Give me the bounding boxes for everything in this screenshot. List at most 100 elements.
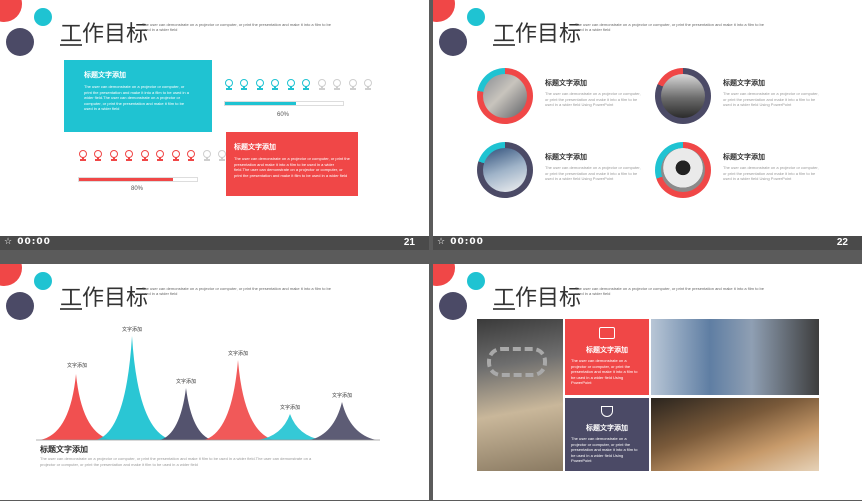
slide-meta-bar: ☆ 00:00 22 (433, 236, 862, 250)
timing-label: ☆ 00:00 (437, 237, 484, 247)
peak-label: 文字添加 (176, 379, 197, 385)
item-title: 标题文字添加 (545, 154, 587, 161)
list-item: 标题文字添加 The user can demonstrate on a pro… (723, 152, 819, 182)
person-icon (301, 79, 311, 92)
slide-number: 22 (836, 237, 848, 248)
card-text: The user can demonstrate on a projector … (84, 84, 189, 111)
photo-meeting-table (651, 398, 819, 471)
peak-label: 文字添加 (228, 351, 249, 357)
decor-circle-red (0, 0, 22, 22)
title-underline (493, 44, 515, 46)
item-title: 标题文字添加 (545, 80, 587, 87)
person-icon (286, 79, 296, 92)
slide-subtitle: The user can demonstrate on a projector … (142, 22, 331, 32)
person-icon (217, 150, 227, 163)
peak-label: 文字添加 (122, 327, 143, 333)
person-icon (348, 79, 358, 92)
slide-thumbnail-24[interactable]: 工作目标 The user can demonstrate on a proje… (433, 264, 862, 501)
peak-1 (40, 374, 112, 440)
item-text: The user can demonstrate on a projector … (545, 165, 641, 181)
decor-circle-navy (439, 292, 467, 320)
person-icon (224, 79, 234, 92)
photo-chained-books (477, 319, 563, 471)
person-icon (140, 150, 150, 163)
decor-circle-navy (439, 28, 467, 56)
trophy-icon (601, 406, 613, 417)
decor-circle-red (433, 0, 455, 22)
peak-label: 文字添加 (67, 363, 88, 369)
person-icon (270, 79, 280, 92)
person-icon (93, 150, 103, 163)
slide-number: 21 (403, 237, 415, 248)
tile-red: 标题文字添加 The user can demonstrate on a pro… (565, 319, 649, 395)
ring-photo-3 (477, 142, 533, 198)
slide-subtitle: The user can demonstrate on a projector … (575, 22, 764, 32)
item-title: 标题文字添加 (723, 80, 765, 87)
person-icon (155, 150, 165, 163)
card-title: 标题文字添加 (84, 72, 126, 79)
info-card-cyan: 标题文字添加 The user can demonstrate on a pro… (64, 60, 212, 132)
card-text: The user can demonstrate on a projector … (234, 156, 350, 178)
list-item: 标题文字添加 The user can demonstrate on a pro… (545, 152, 641, 182)
progress-label: 60% (277, 112, 290, 118)
tile-title: 标题文字添加 (586, 425, 628, 432)
slide-sorter-grid: 工作目标 The user can demonstrate on a proje… (0, 0, 862, 501)
tile-navy: 标题文字添加 The user can demonstrate on a pro… (565, 398, 649, 471)
title-underline (493, 308, 515, 310)
person-icon (317, 79, 327, 92)
decor-circle-cyan (467, 8, 485, 26)
decor-circle-navy (6, 28, 34, 56)
peak-label: 文字添加 (332, 393, 353, 399)
footer-title: 标题文字添加 (40, 445, 88, 454)
person-icon (202, 150, 212, 163)
decor-circle-red (433, 264, 455, 286)
person-icon (239, 79, 249, 92)
person-icon (332, 79, 342, 92)
decor-circle-cyan (467, 272, 485, 290)
person-icon (124, 150, 134, 163)
person-icon (363, 79, 373, 92)
person-icon (255, 79, 265, 92)
ring-photo-2 (655, 68, 711, 124)
item-text: The user can demonstrate on a projector … (545, 91, 641, 107)
peak-5 (258, 414, 322, 440)
person-icon (78, 150, 88, 163)
item-text: The user can demonstrate on a projector … (723, 165, 819, 181)
peak-6 (310, 402, 376, 440)
timing-label: ☆ 00:00 (4, 237, 51, 247)
chain-shape (487, 347, 547, 377)
progress-fill (79, 178, 174, 181)
photo-typewriter (661, 74, 705, 118)
slide-canvas: 工作目标 The user can demonstrate on a proje… (433, 0, 862, 236)
progress-fill (225, 102, 296, 105)
progress-bar-2 (78, 177, 198, 182)
tile-title: 标题文字添加 (586, 347, 628, 354)
peak-3 (160, 388, 212, 440)
item-title: 标题文字添加 (723, 154, 765, 161)
title-underline (60, 44, 82, 46)
slide-thumbnail-23[interactable]: 工作目标 The user can demonstrate on a proje… (0, 264, 429, 501)
photo-office-desk (483, 148, 527, 192)
person-icon-row-1 (224, 79, 374, 97)
peak-4 (204, 360, 274, 440)
photo-camera-person (661, 148, 705, 192)
slide-thumbnail-22[interactable]: 工作目标 The user can demonstrate on a proje… (433, 0, 862, 250)
tile-text: The user can demonstrate on a projector … (571, 358, 638, 385)
slide-canvas: 工作目标 The user can demonstrate on a proje… (0, 264, 429, 500)
photo-airplane-cabin (651, 319, 819, 395)
slide-canvas: 工作目标 The user can demonstrate on a proje… (433, 264, 862, 500)
peak-2 (96, 336, 172, 440)
item-text: The user can demonstrate on a projector … (723, 91, 819, 107)
photo-hands-laptop (483, 74, 527, 118)
slide-thumbnail-21[interactable]: 工作目标 The user can demonstrate on a proje… (0, 0, 429, 250)
person-icon (171, 150, 181, 163)
slide-subtitle: The user can demonstrate on a projector … (575, 286, 764, 296)
person-icon-row-2 (78, 150, 228, 168)
progress-bar-1 (224, 101, 344, 106)
ring-photo-1 (477, 68, 533, 124)
peak-label: 文字添加 (280, 405, 301, 411)
person-icon (186, 150, 196, 163)
footer-text: The user can demonstrate on a projector … (40, 456, 312, 467)
person-icon (109, 150, 119, 163)
slide-meta-bar: ☆ 00:00 21 (0, 236, 429, 250)
